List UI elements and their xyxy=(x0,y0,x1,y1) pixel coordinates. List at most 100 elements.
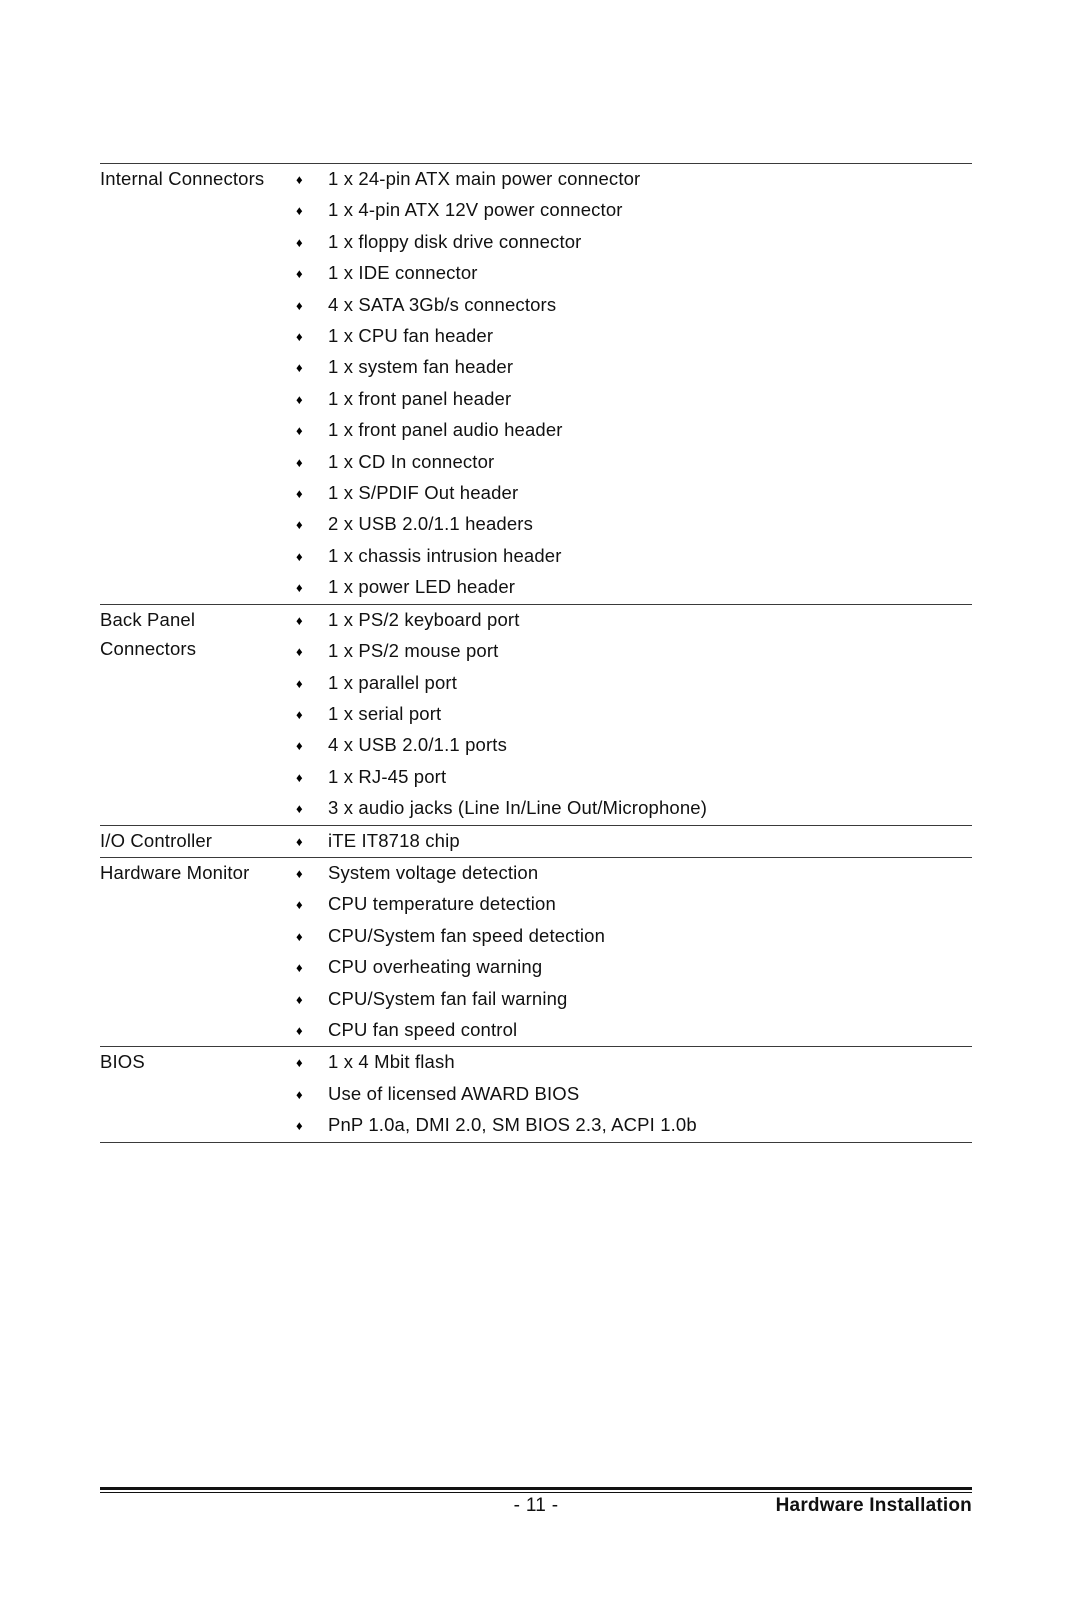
spec-item: ♦ CPU/System fan speed detection xyxy=(296,921,972,952)
spec-item: ♦ 4 x SATA 3Gb/s connectors xyxy=(296,290,972,321)
diamond-bullet-icon: ♦ xyxy=(296,991,303,1007)
spec-row-label-cell: Back Panel Connectors xyxy=(100,603,296,826)
spec-item: ♦ CPU/System fan fail warning xyxy=(296,984,972,1015)
spec-item-text: CPU/System fan fail warning xyxy=(328,987,568,1009)
spec-item-text: 1 x serial port xyxy=(328,702,442,724)
spec-item: ♦ 2 x USB 2.0/1.1 headers xyxy=(296,509,972,540)
spec-item-text: 1 x front panel audio header xyxy=(328,419,563,441)
spec-item-text: 1 x system fan header xyxy=(328,356,514,378)
spec-item-text: 1 x IDE connector xyxy=(328,262,478,284)
spec-item: ♦ 1 x system fan header xyxy=(296,352,972,383)
spec-item: ♦ System voltage detection xyxy=(296,858,972,889)
spec-item: ♦ 1 x PS/2 mouse port xyxy=(296,636,972,667)
spec-item: ♦ 1 x CPU fan header xyxy=(296,321,972,352)
spec-item: ♦ iTE IT8718 chip xyxy=(296,826,972,857)
spec-item-text: 3 x audio jacks (Line In/Line Out/Microp… xyxy=(328,797,708,819)
spec-row-items-cell: ♦ 1 x PS/2 keyboard port ♦ 1 x PS/2 mouse p… xyxy=(296,603,972,826)
spec-item: ♦ 1 x power LED header xyxy=(296,572,972,603)
diamond-bullet-icon: ♦ xyxy=(296,865,303,881)
spec-item-text: 4 x USB 2.0/1.1 ports xyxy=(328,734,507,756)
diamond-bullet-icon: ♦ xyxy=(296,266,303,282)
diamond-bullet-icon: ♦ xyxy=(296,329,303,345)
diamond-bullet-icon: ♦ xyxy=(296,801,303,817)
spec-item-text: 2 x USB 2.0/1.1 headers xyxy=(328,513,534,535)
spec-item-text: PnP 1.0a, DMI 2.0, SM BIOS 2.3, ACPI 1.0… xyxy=(328,1114,697,1136)
spec-item-list: ♦ System voltage detection ♦ CPU temperatur… xyxy=(296,858,972,1046)
spec-row: Back Panel Connectors ♦ 1 x PS/2 keyboard … xyxy=(100,603,972,826)
spec-row-label: BIOS xyxy=(100,1051,145,1073)
spec-item-list: ♦ 1 x PS/2 keyboard port ♦ 1 x PS/2 mouse p… xyxy=(296,605,972,825)
diamond-bullet-icon: ♦ xyxy=(296,833,303,849)
diamond-bullet-icon: ♦ xyxy=(296,360,303,376)
diamond-bullet-icon: ♦ xyxy=(296,423,303,439)
spec-item-text: 1 x RJ-45 port xyxy=(328,765,447,787)
specifications-table: Internal Connectors ♦ 1 x 24-pin ATX main … xyxy=(100,163,972,1143)
diamond-bullet-icon: ♦ xyxy=(296,486,303,502)
diamond-bullet-icon: ♦ xyxy=(296,391,303,407)
spec-item-text: 1 x CPU fan header xyxy=(328,325,494,347)
spec-item-text: iTE IT8718 chip xyxy=(328,829,460,851)
diamond-bullet-icon: ♦ xyxy=(296,517,303,533)
spec-item-text: 1 x parallel port xyxy=(328,671,458,693)
diamond-bullet-icon: ♦ xyxy=(296,1022,303,1038)
page-footer: - 11 - Hardware Installation xyxy=(100,1495,972,1529)
diamond-bullet-icon: ♦ xyxy=(296,1086,303,1102)
spec-row-label-cell: Internal Connectors xyxy=(100,163,296,605)
spec-item-text: CPU overheating warning xyxy=(328,956,543,978)
spec-item-text: 1 x 24-pin ATX main power connector xyxy=(328,168,641,189)
diamond-bullet-icon: ♦ xyxy=(296,769,303,785)
spec-row-items-cell: ♦ 1 x 4 Mbit flash ♦ Use of licensed AWARD … xyxy=(296,1046,972,1143)
spec-row: Hardware Monitor ♦ System voltage detectio… xyxy=(100,856,972,1047)
diamond-bullet-icon: ♦ xyxy=(296,1118,303,1134)
diamond-bullet-icon: ♦ xyxy=(296,234,303,250)
diamond-bullet-icon: ♦ xyxy=(296,297,303,313)
spec-item: ♦ 1 x PS/2 keyboard port xyxy=(296,605,972,636)
spec-item-text: System voltage detection xyxy=(328,861,539,883)
spec-item: ♦ 1 x front panel audio header xyxy=(296,415,972,446)
spec-item: ♦ 1 x S/PDIF Out header xyxy=(296,478,972,509)
spec-item-text: 1 x chassis intrusion header xyxy=(328,544,562,566)
spec-item: ♦ 1 x 4-pin ATX 12V power connector xyxy=(296,195,972,226)
spec-row: I/O Controller ♦ iTE IT8718 chip xyxy=(100,824,972,858)
spec-row: Internal Connectors ♦ 1 x 24-pin ATX main … xyxy=(100,163,972,605)
spec-row: BIOS ♦ 1 x 4 Mbit flash ♦ Use of licensed AW… xyxy=(100,1046,972,1143)
spec-item: ♦ 1 x floppy disk drive connector xyxy=(296,227,972,258)
spec-row-label-cell: Hardware Monitor xyxy=(100,856,296,1047)
spec-item-text: 1 x floppy disk drive connector xyxy=(328,230,582,252)
diamond-bullet-icon: ♦ xyxy=(296,738,303,754)
footer-divider-thick xyxy=(100,1487,972,1490)
diamond-bullet-icon: ♦ xyxy=(296,548,303,564)
spec-item: ♦ CPU overheating warning xyxy=(296,952,972,983)
document-page: Internal Connectors ♦ 1 x 24-pin ATX main … xyxy=(0,0,1080,1604)
spec-item-text: CPU/System fan speed detection xyxy=(328,924,606,946)
diamond-bullet-icon: ♦ xyxy=(296,928,303,944)
spec-item-text: 1 x CD In connector xyxy=(328,450,495,472)
diamond-bullet-icon: ♦ xyxy=(296,612,303,628)
spec-item-text: CPU temperature detection xyxy=(328,893,556,915)
diamond-bullet-icon: ♦ xyxy=(296,675,303,691)
diamond-bullet-icon: ♦ xyxy=(296,172,303,187)
spec-item-text: 1 x front panel header xyxy=(328,387,512,409)
spec-item-list: ♦ 1 x 4 Mbit flash ♦ Use of licensed AWARD … xyxy=(296,1047,972,1141)
spec-item: ♦ 3 x audio jacks (Line In/Line Out/Micro… xyxy=(296,793,972,824)
diamond-bullet-icon: ♦ xyxy=(296,644,303,660)
spec-row-items-cell: ♦ 1 x 24-pin ATX main power connector ♦ 1 x… xyxy=(296,163,972,605)
spec-item: ♦ 1 x RJ-45 port xyxy=(296,762,972,793)
spec-item: ♦ Use of licensed AWARD BIOS xyxy=(296,1079,972,1110)
footer-divider-thin xyxy=(100,1492,972,1493)
footer-section-title: Hardware Installation xyxy=(775,1495,972,1516)
spec-item: ♦ CPU fan speed control xyxy=(296,1015,972,1046)
spec-item-text: 1 x 4-pin ATX 12V power connector xyxy=(328,199,623,221)
spec-item-text: 4 x SATA 3Gb/s connectors xyxy=(328,293,557,315)
spec-row-label: Internal Connectors xyxy=(100,168,265,189)
spec-item: ♦ 1 x 24-pin ATX main power connector xyxy=(296,164,972,195)
spec-item: ♦ 4 x USB 2.0/1.1 ports xyxy=(296,730,972,761)
spec-item: ♦ 1 x chassis intrusion header xyxy=(296,541,972,572)
diamond-bullet-icon: ♦ xyxy=(296,706,303,722)
spec-item-text: 1 x 4 Mbit flash xyxy=(328,1051,455,1073)
spec-row-label: Hardware Monitor xyxy=(100,861,250,883)
diamond-bullet-icon: ♦ xyxy=(296,454,303,470)
spec-row-label: I/O Controller xyxy=(100,829,213,851)
spec-item: ♦ 1 x 4 Mbit flash xyxy=(296,1047,972,1078)
specifications-table-body: Internal Connectors ♦ 1 x 24-pin ATX main … xyxy=(100,163,972,1143)
